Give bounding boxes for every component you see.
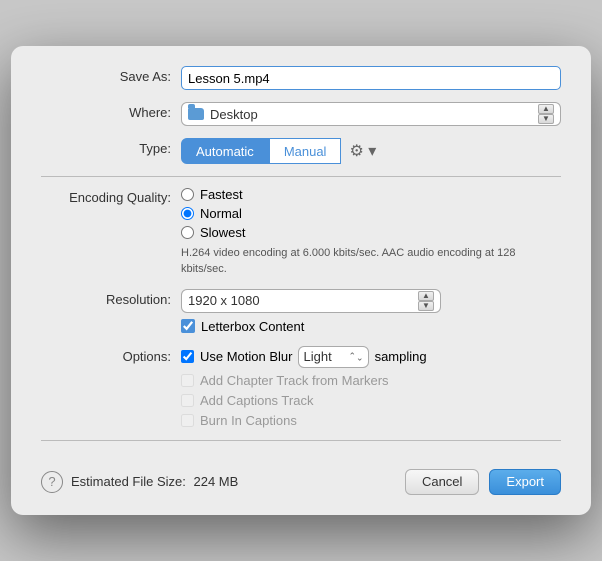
add-captions-checkbox[interactable]	[181, 394, 194, 407]
folder-icon	[188, 108, 204, 120]
save-as-row: Save As:	[41, 66, 561, 90]
save-as-input[interactable]	[181, 66, 561, 90]
type-controls-wrap: Automatic Manual ⚙ ▾	[181, 138, 561, 164]
save-as-controls	[181, 66, 561, 90]
motion-blur-label: Use Motion Blur	[200, 349, 292, 364]
radio-group: Fastest Normal Slowest	[181, 187, 561, 240]
letterbox-label: Letterbox Content	[201, 319, 304, 334]
divider-2	[41, 440, 561, 441]
resolution-label: Resolution:	[41, 289, 181, 307]
add-chapter-checkbox[interactable]	[181, 374, 194, 387]
save-as-label: Save As:	[41, 66, 181, 84]
encoding-label: Encoding Quality:	[41, 187, 181, 205]
motion-blur-checkbox[interactable]	[181, 350, 194, 363]
stepper-up[interactable]: ▲	[538, 104, 554, 114]
resolution-controls: 1920 x 1080 ▲ ▼ Letterbox Content	[181, 289, 561, 334]
radio-fastest-label: Fastest	[200, 187, 243, 202]
type-row: Type: Automatic Manual ⚙ ▾	[41, 138, 561, 164]
help-button[interactable]: ?	[41, 471, 63, 493]
file-size-label: Estimated File Size: 224 MB	[71, 474, 238, 489]
add-chapter-label: Add Chapter Track from Markers	[200, 373, 389, 388]
resolution-stepper-up[interactable]: ▲	[418, 291, 434, 301]
export-dialog: Save As: Where: Desktop ▲ ▼ Type: Au	[11, 46, 591, 515]
add-captions-label: Add Captions Track	[200, 393, 313, 408]
type-controls: Automatic Manual ⚙ ▾	[181, 138, 561, 164]
encoding-row: Encoding Quality: Fastest Normal Slowest…	[41, 187, 561, 277]
radio-slowest-label: Slowest	[200, 225, 246, 240]
options-section: Use Motion Blur Light ⌃ sampling Add Cha…	[181, 346, 561, 428]
file-size-text: Estimated File Size:	[71, 474, 186, 489]
resolution-stepper[interactable]: ▲ ▼	[418, 291, 434, 311]
burn-captions-checkbox[interactable]	[181, 414, 194, 427]
divider-1	[41, 176, 561, 177]
radio-normal-row: Normal	[181, 206, 561, 221]
gear-button[interactable]: ⚙ ▾	[349, 141, 376, 161]
radio-normal[interactable]	[181, 207, 194, 220]
radio-slowest-row: Slowest	[181, 225, 561, 240]
where-select-control[interactable]: Desktop ▲ ▼	[181, 102, 561, 126]
stepper-down[interactable]: ▼	[538, 114, 554, 124]
motion-select-control[interactable]: Light ⌃	[298, 346, 368, 368]
radio-normal-label: Normal	[200, 206, 242, 221]
resolution-row: Resolution: 1920 x 1080 ▲ ▼ Letterbox Co…	[41, 289, 561, 334]
footer-left: ? Estimated File Size: 224 MB	[41, 471, 238, 493]
radio-fastest[interactable]	[181, 188, 194, 201]
burn-captions-label: Burn In Captions	[200, 413, 297, 428]
options-row: Options: Use Motion Blur Light ⌃ samplin…	[41, 346, 561, 428]
resolution-stepper-down[interactable]: ▼	[418, 301, 434, 311]
motion-select[interactable]: Light	[303, 349, 346, 364]
options-controls: Use Motion Blur Light ⌃ sampling Add Cha…	[181, 346, 561, 428]
file-size-value: 224 MB	[194, 474, 239, 489]
encoding-description: H.264 video encoding at 6.000 kbits/sec.…	[181, 246, 521, 277]
resolution-select[interactable]: 1920 x 1080	[188, 293, 414, 308]
where-stepper[interactable]: ▲ ▼	[538, 104, 554, 124]
type-label: Type:	[41, 138, 181, 156]
radio-slowest[interactable]	[181, 226, 194, 239]
letterbox-checkbox[interactable]	[181, 319, 195, 333]
add-captions-row: Add Captions Track	[181, 393, 561, 408]
options-label: Options:	[41, 346, 181, 364]
letterbox-row: Letterbox Content	[181, 319, 561, 334]
footer-right: Cancel Export	[405, 469, 561, 495]
footer: ? Estimated File Size: 224 MB Cancel Exp…	[41, 457, 561, 495]
where-row: Where: Desktop ▲ ▼	[41, 102, 561, 126]
cancel-button[interactable]: Cancel	[405, 469, 479, 495]
type-automatic-button[interactable]: Automatic	[181, 138, 269, 164]
where-label: Where:	[41, 102, 181, 120]
sampling-label: sampling	[375, 349, 427, 364]
where-select[interactable]: Desktop	[210, 107, 534, 122]
burn-captions-row: Burn In Captions	[181, 413, 561, 428]
motion-blur-row: Use Motion Blur Light ⌃ sampling	[181, 346, 561, 368]
where-controls: Desktop ▲ ▼	[181, 102, 561, 126]
resolution-select-control[interactable]: 1920 x 1080 ▲ ▼	[181, 289, 441, 313]
radio-fastest-row: Fastest	[181, 187, 561, 202]
add-chapter-row: Add Chapter Track from Markers	[181, 373, 561, 388]
type-manual-button[interactable]: Manual	[269, 138, 342, 164]
export-button[interactable]: Export	[489, 469, 561, 495]
encoding-controls: Fastest Normal Slowest H.264 video encod…	[181, 187, 561, 277]
